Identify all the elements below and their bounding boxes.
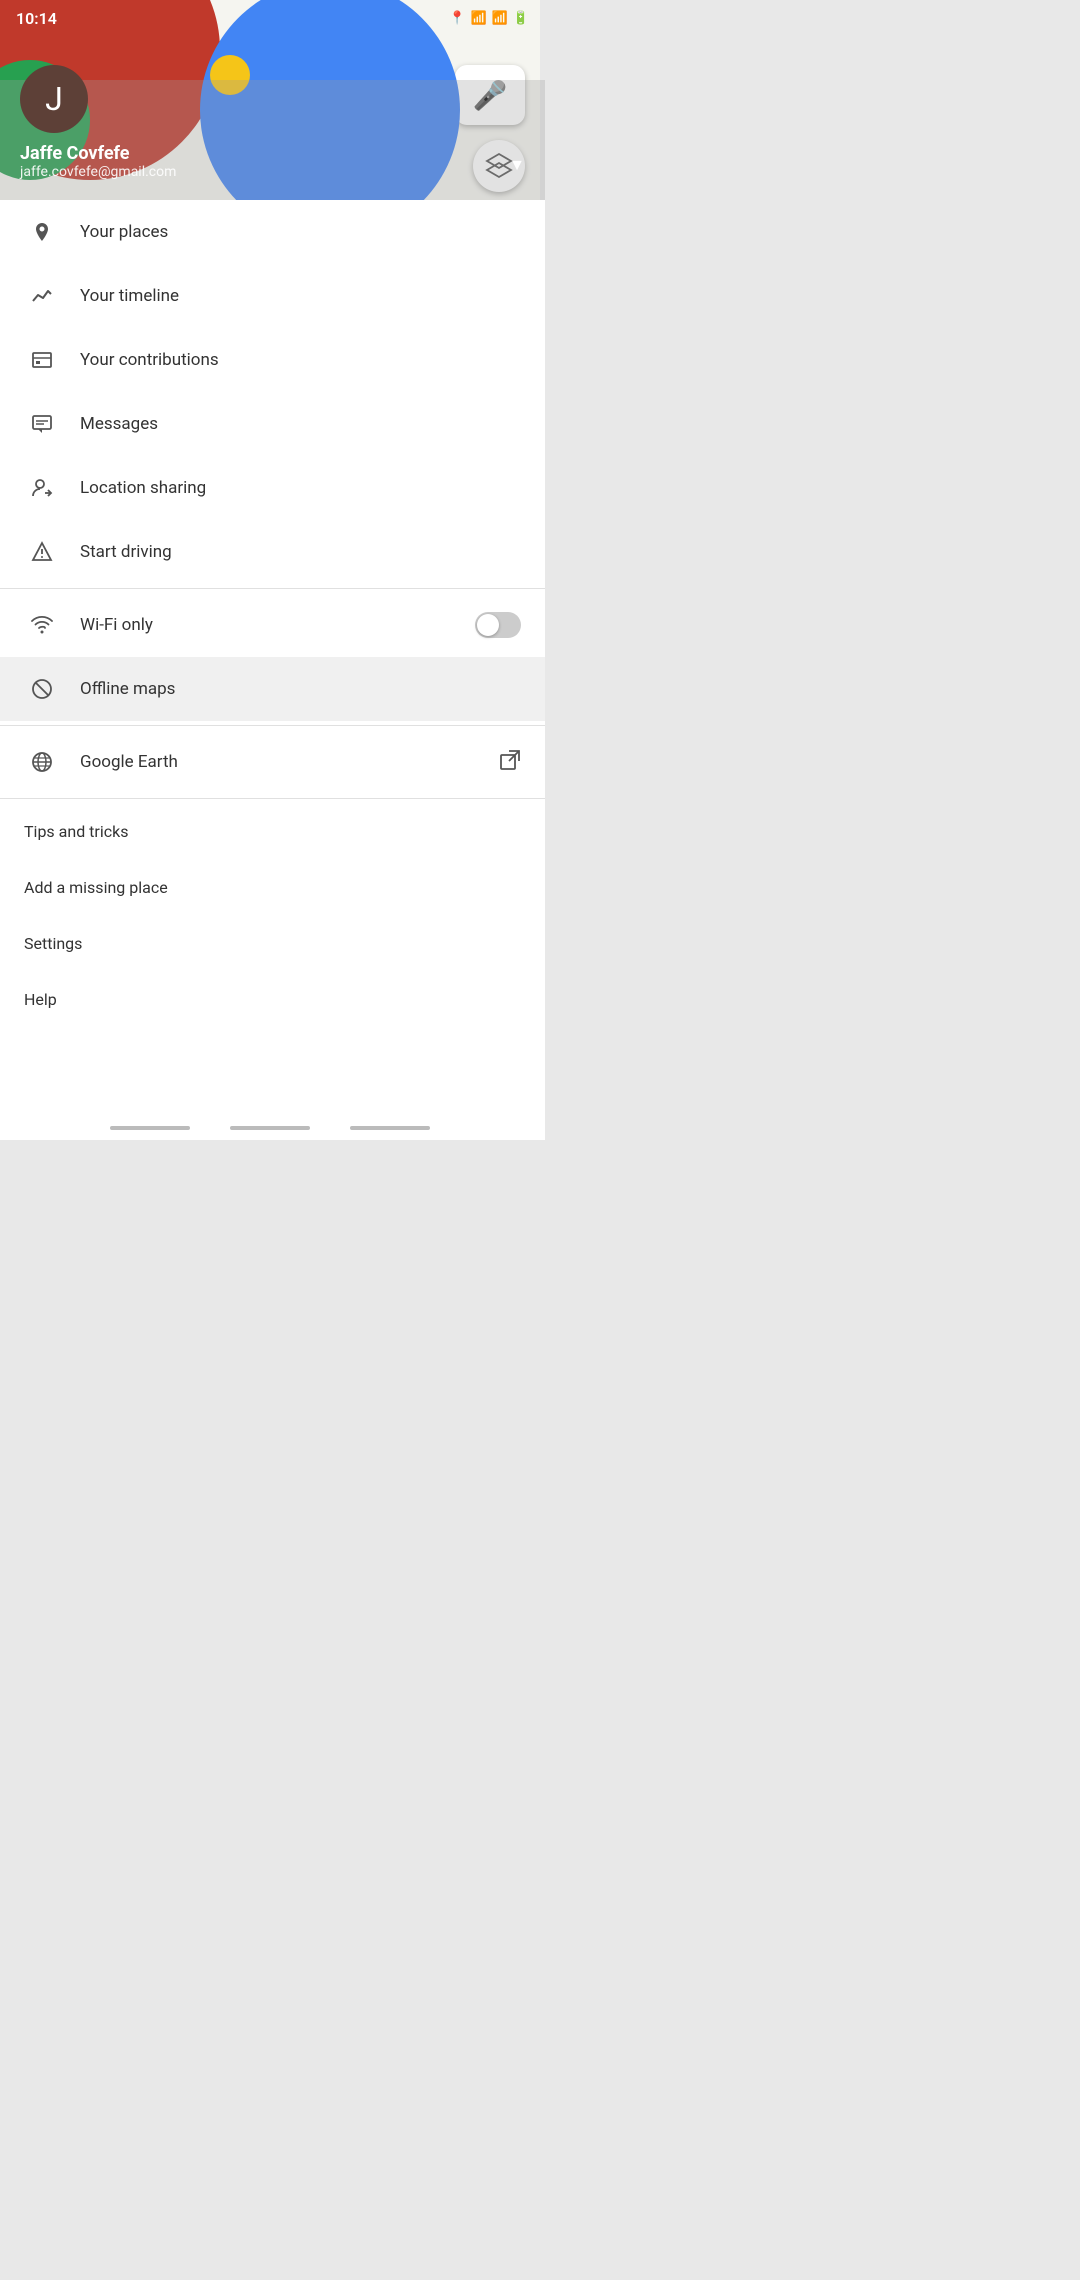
scroll-indicator-2 (230, 1126, 310, 1130)
menu-item-help[interactable]: Help (0, 971, 545, 1027)
location-status-icon: 📍 (449, 11, 465, 26)
google-earth-icon (24, 751, 60, 773)
menu-item-start-driving[interactable]: Start driving (0, 520, 545, 584)
divider-1 (0, 588, 545, 589)
drawer-menu: Your places Your timeline Your contribut… (0, 200, 545, 1140)
signal-status-icon: 📶 (492, 11, 508, 26)
timeline-icon (24, 285, 60, 307)
menu-item-add-missing-place[interactable]: Add a missing place (0, 859, 545, 915)
menu-item-settings[interactable]: Settings (0, 915, 545, 971)
menu-item-wifi-only[interactable]: Wi-Fi only (0, 593, 545, 657)
menu-item-your-contributions[interactable]: Your contributions (0, 328, 545, 392)
navigation-drawer: 10:14 📍 📶 📶 🔋 J Jaffe Covfefe jaffe.covf… (0, 0, 545, 1140)
menu-label-start-driving: Start driving (80, 542, 521, 562)
divider-3 (0, 798, 545, 799)
status-icons: 📍 📶 📶 🔋 (449, 11, 529, 26)
driving-icon (24, 541, 60, 563)
avatar-letter: J (45, 80, 63, 118)
menu-label-help: Help (24, 990, 57, 1009)
location-sharing-icon (24, 477, 60, 499)
external-link-icon (499, 749, 521, 776)
menu-item-tips-tricks[interactable]: Tips and tricks (0, 803, 545, 859)
user-info: J Jaffe Covfefe jaffe.covfefe@gmail.com (20, 65, 176, 180)
menu-label-offline-maps: Offline maps (80, 679, 521, 699)
toggle-knob (477, 614, 499, 636)
wifi-status-icon: 📶 (470, 11, 486, 26)
user-name: Jaffe Covfefe (20, 143, 176, 164)
menu-label-tips-tricks: Tips and tricks (24, 822, 128, 841)
wifi-only-toggle[interactable] (475, 612, 521, 638)
wifi-icon (24, 614, 60, 636)
header-user-content: J Jaffe Covfefe jaffe.covfefe@gmail.com … (20, 65, 525, 180)
user-avatar[interactable]: J (20, 65, 88, 133)
menu-item-messages[interactable]: Messages (0, 392, 545, 456)
scroll-indicator-3 (350, 1126, 430, 1130)
scroll-indicator-1 (110, 1126, 190, 1130)
menu-item-your-places[interactable]: Your places (0, 200, 545, 264)
user-email: jaffe.covfefe@gmail.com (20, 164, 176, 180)
menu-label-add-missing-place: Add a missing place (24, 878, 168, 897)
account-dropdown-button[interactable]: ▼ (509, 155, 525, 180)
menu-label-your-timeline: Your timeline (80, 286, 521, 306)
menu-item-your-timeline[interactable]: Your timeline (0, 264, 545, 328)
menu-item-offline-maps[interactable]: Offline maps (0, 657, 545, 721)
menu-item-location-sharing[interactable]: Location sharing (0, 456, 545, 520)
menu-item-google-earth[interactable]: Google Earth (0, 730, 545, 794)
offline-maps-icon (24, 678, 60, 700)
menu-label-your-places: Your places (80, 222, 521, 242)
menu-label-location-sharing: Location sharing (80, 478, 521, 498)
menu-label-messages: Messages (80, 414, 521, 434)
status-bar: 10:14 📍 📶 📶 🔋 (0, 0, 545, 36)
menu-label-wifi-only: Wi-Fi only (80, 615, 475, 635)
contributions-icon (24, 349, 60, 371)
places-icon (24, 221, 60, 243)
menu-label-your-contributions: Your contributions (80, 350, 521, 370)
menu-label-settings: Settings (24, 934, 82, 953)
status-time: 10:14 (16, 9, 57, 28)
divider-2 (0, 725, 545, 726)
messages-icon (24, 413, 60, 435)
battery-status-icon: 🔋 (513, 11, 529, 26)
drawer-header: 10:14 📍 📶 📶 🔋 J Jaffe Covfefe jaffe.covf… (0, 0, 545, 200)
bottom-navigation-bar (0, 1116, 540, 1140)
menu-label-google-earth: Google Earth (80, 752, 499, 772)
